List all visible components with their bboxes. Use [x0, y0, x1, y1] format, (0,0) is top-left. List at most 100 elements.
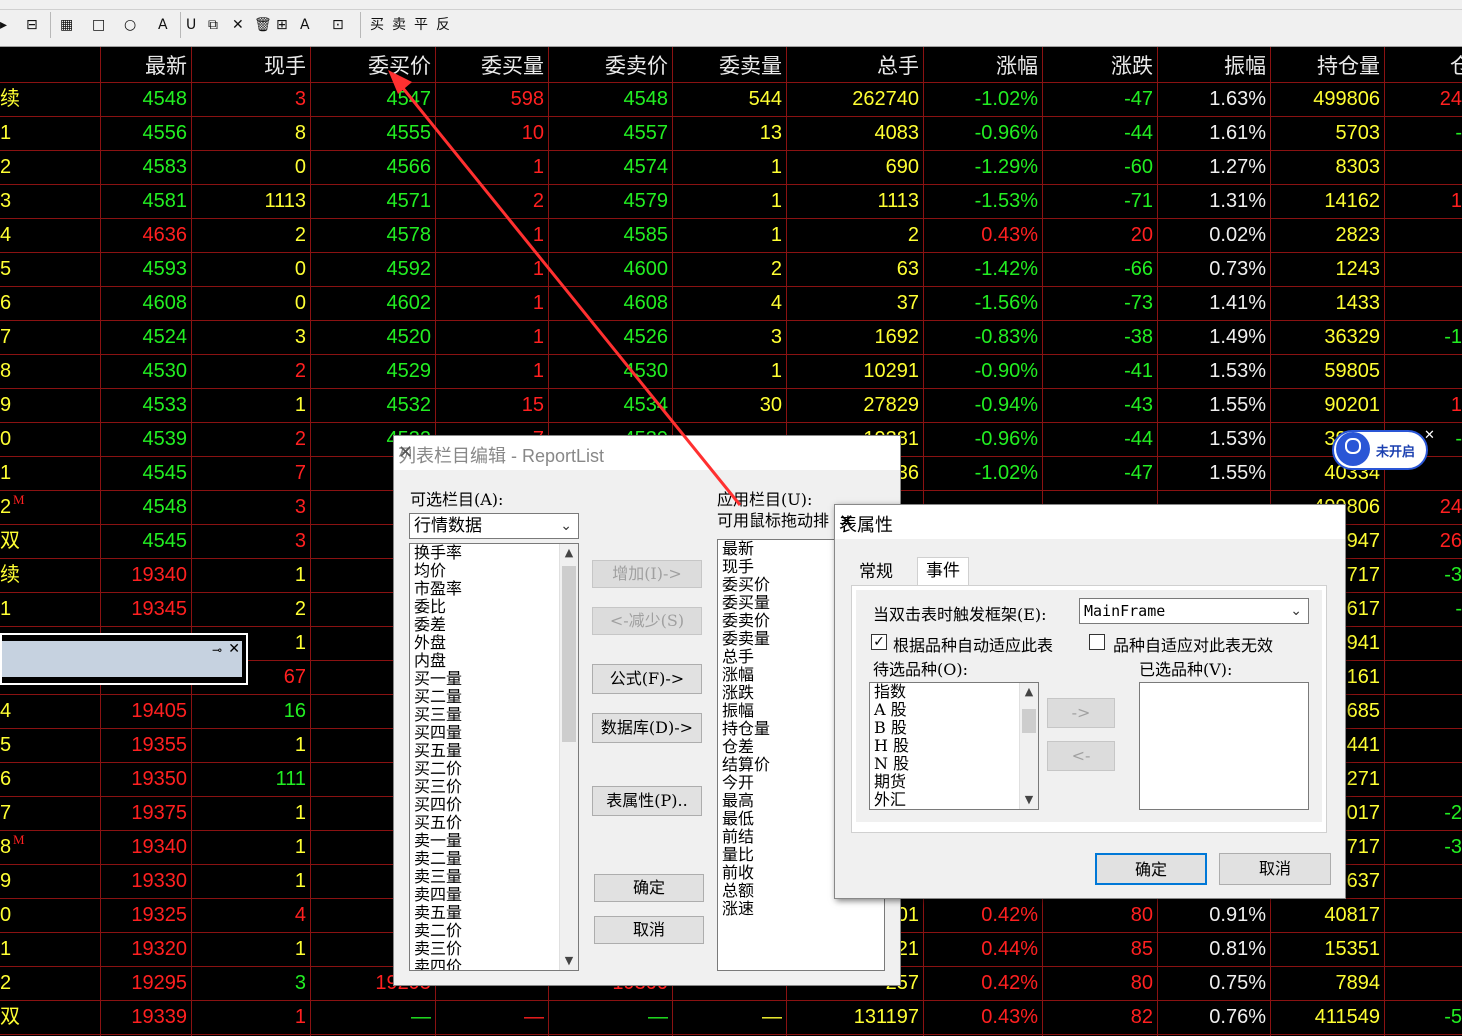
- column-header[interactable]: 涨跌: [1046, 51, 1153, 81]
- table-cell[interactable]: 4548: [550, 82, 669, 116]
- table-cell[interactable]: 1.31%: [1159, 184, 1266, 218]
- table-cell[interactable]: 131197: [788, 1000, 919, 1034]
- table-cell[interactable]: 1: [193, 864, 306, 898]
- table-cell[interactable]: -0.90%: [925, 354, 1038, 388]
- table-cell[interactable]: 90201: [1272, 388, 1380, 422]
- table-cell[interactable]: [1386, 660, 1462, 694]
- table-cell[interactable]: 4530: [550, 354, 669, 388]
- ok-button[interactable]: 确定: [1095, 853, 1207, 885]
- table-cell[interactable]: 1: [193, 388, 306, 422]
- tab-general[interactable]: 常规: [851, 559, 901, 585]
- table-cell[interactable]: 1.55%: [1159, 388, 1266, 422]
- row-label[interactable]: 续: [0, 558, 20, 592]
- table-cell[interactable]: 37: [788, 286, 919, 320]
- table-cell[interactable]: -1: [1386, 320, 1462, 354]
- table-cell[interactable]: 111: [193, 762, 306, 796]
- table-cell[interactable]: 4556: [102, 116, 188, 150]
- table-cell[interactable]: -44: [1044, 422, 1153, 456]
- table-cell[interactable]: 20: [1044, 218, 1153, 252]
- table-cell[interactable]: -0.96%: [925, 116, 1038, 150]
- table-cell[interactable]: 4602: [312, 286, 432, 320]
- column-header[interactable]: 委卖量: [676, 51, 782, 81]
- table-cell[interactable]: 1: [674, 184, 782, 218]
- badge-close-icon[interactable]: ✕: [1424, 428, 1435, 443]
- table-cell[interactable]: 4557: [550, 116, 669, 150]
- table-cell[interactable]: 1: [674, 218, 782, 252]
- table-cell[interactable]: 4: [193, 898, 306, 932]
- table-cell[interactable]: 19405: [102, 694, 187, 728]
- table-cell[interactable]: 0.43%: [925, 1000, 1038, 1034]
- table-cell[interactable]: 2: [437, 184, 544, 218]
- table-cell[interactable]: 0.42%: [925, 966, 1038, 1000]
- table-cell[interactable]: 4533: [102, 388, 188, 422]
- scrollbar[interactable]: ▲ ▼: [559, 544, 578, 970]
- table-cell[interactable]: 1: [674, 150, 782, 184]
- table-cell[interactable]: —: [437, 1000, 544, 1034]
- table-cell[interactable]: 4581: [102, 184, 188, 218]
- table-cell[interactable]: 4608: [102, 286, 188, 320]
- table-cell[interactable]: 1.27%: [1159, 150, 1266, 184]
- row-label[interactable]: 1: [0, 116, 20, 150]
- table-cell[interactable]: 2: [193, 422, 306, 456]
- row-label[interactable]: 6: [0, 762, 20, 796]
- table-cell[interactable]: 4545: [102, 524, 188, 558]
- table-cell[interactable]: 5703: [1272, 116, 1381, 150]
- table-cell[interactable]: 1: [1386, 184, 1462, 218]
- table-cell[interactable]: 690: [788, 150, 919, 184]
- table-cell[interactable]: -44: [1044, 116, 1153, 150]
- table-cell[interactable]: -47: [1044, 82, 1153, 116]
- row-label[interactable]: 8: [0, 354, 20, 388]
- table-cell[interactable]: 0: [193, 150, 306, 184]
- list-item[interactable]: 委比: [410, 598, 578, 616]
- table-cell[interactable]: 1.53%: [1159, 422, 1266, 456]
- table-cell[interactable]: 4578: [312, 218, 432, 252]
- column-header[interactable]: 涨幅: [927, 51, 1038, 81]
- table-cell[interactable]: -0.96%: [925, 422, 1038, 456]
- row-label[interactable]: 2: [0, 150, 20, 184]
- table-cell[interactable]: 4547: [312, 82, 432, 116]
- table-cell[interactable]: [1386, 218, 1462, 252]
- row-label[interactable]: 0: [0, 898, 20, 932]
- formula-button[interactable]: 公式(F)->: [592, 664, 702, 694]
- table-cell[interactable]: 59805: [1272, 354, 1380, 388]
- table-cell[interactable]: 3: [193, 82, 306, 116]
- list-item[interactable]: 卖五量: [410, 904, 578, 922]
- table-cell[interactable]: 1: [437, 252, 544, 286]
- scroll-up-icon[interactable]: ▲: [560, 544, 578, 562]
- table-cell[interactable]: [1386, 252, 1462, 286]
- table-cell[interactable]: -43: [1044, 388, 1153, 422]
- table-cell[interactable]: 262740: [788, 82, 919, 116]
- column-header[interactable]: 委买量: [439, 51, 544, 81]
- table-cell[interactable]: -1.29%: [925, 150, 1038, 184]
- table-cell[interactable]: 4530: [102, 354, 188, 388]
- table-cell[interactable]: 4520: [312, 320, 432, 354]
- scroll-down-icon[interactable]: ▼: [560, 952, 578, 970]
- list-item[interactable]: 外汇: [870, 791, 1038, 809]
- table-cell[interactable]: 2: [193, 354, 306, 388]
- table-cell[interactable]: 0: [193, 286, 306, 320]
- table-cell[interactable]: [1386, 286, 1462, 320]
- toolbar-button[interactable]: ▦: [60, 14, 73, 36]
- table-cell[interactable]: 36329: [1272, 320, 1380, 354]
- toolbar-button[interactable]: ✕: [232, 14, 244, 36]
- table-cell[interactable]: 2: [788, 218, 919, 252]
- table-cell[interactable]: 24: [1386, 490, 1462, 524]
- table-cell[interactable]: [1386, 728, 1462, 762]
- toolbar-button[interactable]: A: [158, 14, 168, 36]
- row-label[interactable]: 5: [0, 252, 20, 286]
- table-cell[interactable]: 8303: [1272, 150, 1381, 184]
- toolbar-button[interactable]: 🗑: [254, 14, 272, 36]
- table-cell[interactable]: —: [312, 1000, 431, 1034]
- column-header[interactable]: 委卖价: [552, 51, 668, 81]
- cancel-button[interactable]: 取消: [594, 916, 704, 944]
- table-cell[interactable]: 16: [193, 694, 306, 728]
- table-cell[interactable]: 1: [193, 830, 306, 864]
- table-cell[interactable]: -5: [1386, 1000, 1462, 1034]
- pin-icon[interactable]: ⊸: [212, 643, 222, 657]
- row-label[interactable]: 4: [0, 218, 20, 252]
- table-cell[interactable]: 411549: [1272, 1000, 1380, 1034]
- row-label[interactable]: 1: [0, 932, 20, 966]
- list-item[interactable]: 期货: [870, 773, 1038, 791]
- column-header[interactable]: 最新: [101, 51, 187, 81]
- list-item[interactable]: 均价: [410, 562, 578, 580]
